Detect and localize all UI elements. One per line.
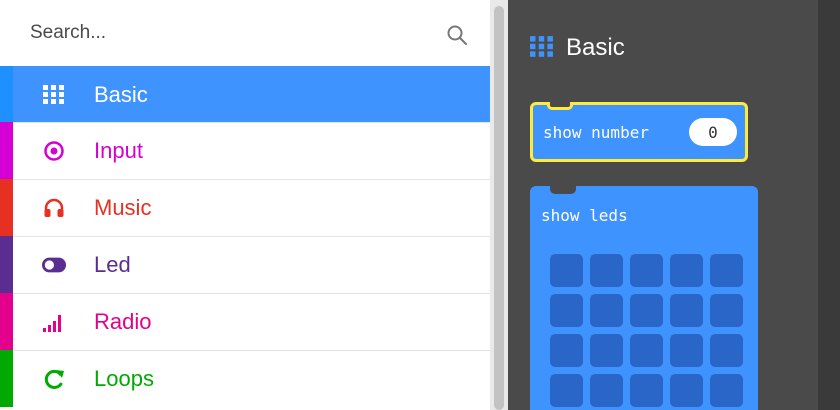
led-cell[interactable]	[710, 334, 743, 367]
category-label: Loops	[94, 366, 154, 391]
category-label: Led	[94, 252, 131, 277]
category-item-led[interactable]: Led	[0, 236, 490, 293]
grid-icon	[530, 36, 553, 57]
led-cell[interactable]	[630, 334, 663, 367]
category-color-strip	[0, 293, 13, 350]
target-icon	[42, 139, 66, 163]
led-cell[interactable]	[670, 294, 703, 327]
search-icon[interactable]	[446, 24, 468, 46]
category-color-strip	[0, 122, 13, 179]
block-label: show leds	[541, 206, 628, 225]
led-cell[interactable]	[630, 374, 663, 407]
search-row	[0, 0, 490, 66]
block-notch	[547, 102, 573, 110]
led-cell[interactable]	[550, 254, 583, 287]
scrollbar-thumb[interactable]	[494, 6, 504, 410]
category-item-music[interactable]: Music	[0, 179, 490, 236]
led-cell[interactable]	[670, 374, 703, 407]
flyout-edge	[818, 0, 840, 410]
led-cell[interactable]	[550, 334, 583, 367]
grid-icon	[42, 83, 66, 107]
search-input[interactable]	[30, 18, 430, 48]
category-label: Radio	[94, 309, 152, 334]
show-leds-block[interactable]: show leds	[530, 186, 758, 410]
flyout-title: Basic	[566, 34, 625, 61]
category-color-strip	[0, 236, 13, 293]
led-cell[interactable]	[630, 254, 663, 287]
toolbox-panel: Basic Input Music	[0, 0, 490, 410]
category-item-loops[interactable]: Loops	[0, 350, 490, 407]
led-cell[interactable]	[670, 254, 703, 287]
led-cell[interactable]	[590, 334, 623, 367]
led-cell[interactable]	[710, 254, 743, 287]
category-label: Basic	[94, 81, 148, 107]
led-cell[interactable]	[590, 254, 623, 287]
category-item-input[interactable]: Input	[0, 122, 490, 179]
number-input[interactable]: 0	[689, 118, 737, 146]
led-cell[interactable]	[590, 294, 623, 327]
led-grid	[550, 254, 743, 407]
headphones-icon	[42, 196, 66, 220]
category-item-basic[interactable]: Basic	[0, 66, 490, 122]
signal-bars-icon	[42, 310, 66, 334]
category-label: Music	[94, 195, 152, 220]
led-cell[interactable]	[550, 294, 583, 327]
led-cell[interactable]	[550, 374, 583, 407]
led-cell[interactable]	[710, 374, 743, 407]
category-label: Input	[94, 138, 143, 163]
block-label: show number	[543, 123, 649, 142]
category-color-strip	[0, 350, 13, 407]
led-cell[interactable]	[710, 294, 743, 327]
led-cell[interactable]	[670, 334, 703, 367]
toggle-icon	[42, 253, 66, 277]
show-number-block[interactable]: show number 0	[530, 102, 748, 162]
category-item-radio[interactable]: Radio	[0, 293, 490, 350]
led-cell[interactable]	[630, 294, 663, 327]
category-color-strip	[0, 66, 13, 122]
led-cell[interactable]	[590, 374, 623, 407]
category-list: Basic Input Music Led Radio Loops	[0, 66, 490, 407]
category-color-strip	[0, 179, 13, 236]
block-notch	[550, 186, 576, 194]
refresh-icon	[42, 367, 66, 391]
